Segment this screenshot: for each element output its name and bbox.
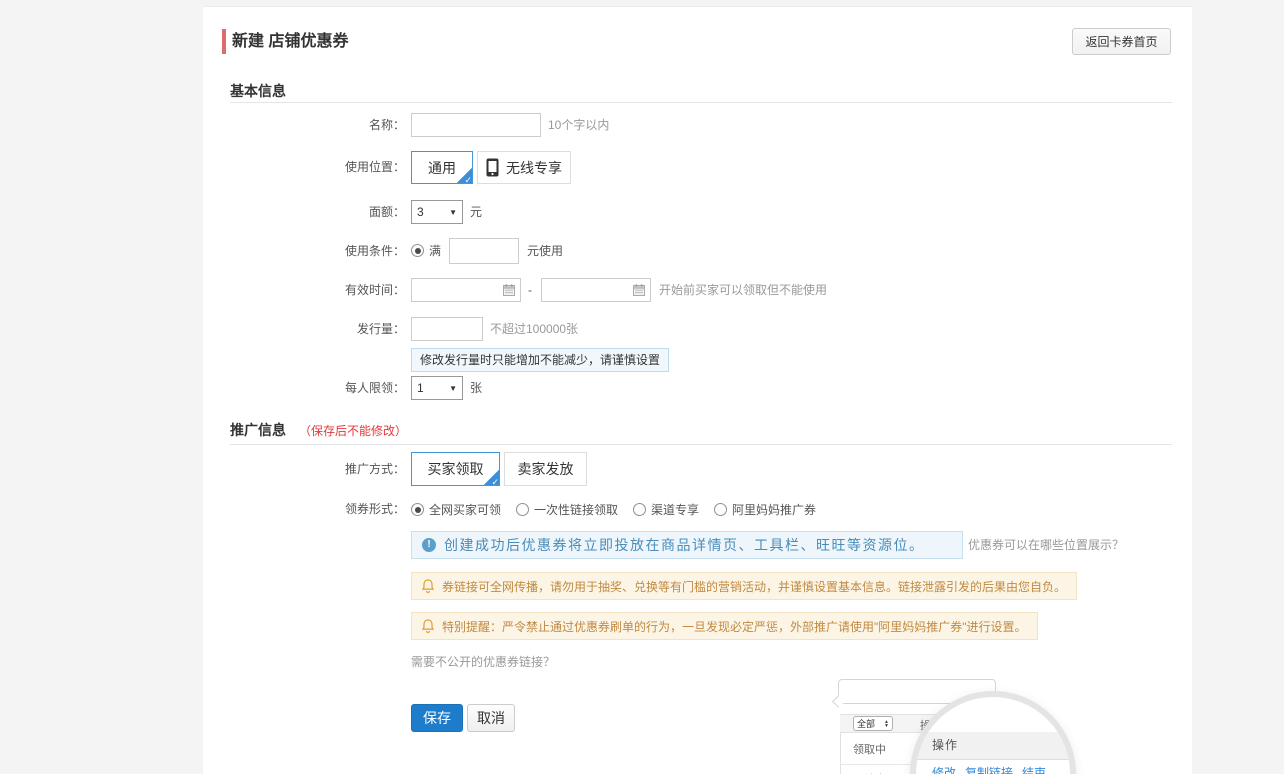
caret-down-icon: ▼ bbox=[449, 208, 457, 217]
bell-icon bbox=[422, 579, 434, 594]
promotion-section-note: （保存后不能修改） bbox=[299, 422, 407, 439]
private-link-question[interactable]: 需要不公开的优惠券链接？ bbox=[411, 654, 555, 670]
radio-icon bbox=[411, 503, 424, 516]
radio-label: 一次性链接领取 bbox=[534, 501, 618, 518]
valid-time-start-input[interactable] bbox=[411, 278, 521, 302]
bell-icon bbox=[422, 619, 434, 634]
magnified-link-modify: 修改 bbox=[932, 764, 956, 774]
radio-option-alimama-coupon[interactable]: 阿里妈妈推广券 bbox=[714, 501, 816, 518]
mobile-icon bbox=[486, 158, 499, 177]
placement-info-text: 创建成功后优惠券将立即投放在商品详情页、工具栏、旺旺等资源位。 bbox=[444, 535, 925, 555]
selected-corner-badge: ✓ bbox=[457, 168, 472, 183]
link-spread-warning-text: 券链接可全网传播，请勿用于抽奖、兑换等有门槛的营销活动，并谨慎设置基本信息。链接… bbox=[442, 578, 1066, 595]
valid-time-separator: - bbox=[523, 278, 537, 302]
claim-form-options: 全网买家可领 一次性链接领取 渠道专享 阿里妈妈推广券 bbox=[411, 501, 816, 518]
selected-corner-badge: ✓ bbox=[484, 470, 499, 485]
tab-label: 通用 bbox=[428, 158, 456, 178]
per-person-limit-label: 每人限领： bbox=[203, 376, 405, 400]
per-person-limit-select[interactable]: 1 ▼ bbox=[411, 376, 463, 400]
radio-option-channel-exclusive[interactable]: 渠道专享 bbox=[633, 501, 699, 518]
radio-icon bbox=[714, 503, 727, 516]
issue-quantity-label: 发行量： bbox=[203, 317, 405, 341]
tab-method-buyer-claim[interactable]: 买家领取 ✓ bbox=[411, 452, 500, 486]
valid-time-end-input[interactable] bbox=[541, 278, 651, 302]
check-icon: ✓ bbox=[464, 176, 472, 184]
condition-radio-full[interactable] bbox=[411, 244, 424, 257]
special-reminder-box: 特别提醒：严令禁止通过优惠券刷单的行为，一旦发现必定严惩，外部推广请使用"阿里妈… bbox=[411, 612, 1038, 640]
name-input[interactable] bbox=[411, 113, 541, 137]
valid-time-hint: 开始前买家可以领取但不能使用 bbox=[659, 278, 827, 302]
preview-filter-select: 全部 ▲▼ bbox=[853, 716, 893, 731]
tab-use-position-general[interactable]: 通用 ✓ bbox=[411, 151, 473, 184]
calendar-icon bbox=[633, 284, 645, 296]
claim-form-label: 领券形式： bbox=[203, 501, 405, 517]
use-condition-label: 使用条件： bbox=[203, 238, 405, 264]
magnified-action-links: 修改 复制链接 结束 bbox=[932, 764, 1046, 774]
section-title-basic-info: 基本信息 bbox=[230, 81, 286, 101]
radio-option-one-time-link[interactable]: 一次性链接领取 bbox=[516, 501, 618, 518]
magnified-table-header: 操作 bbox=[916, 732, 1070, 760]
valid-time-label: 有效时间： bbox=[203, 278, 405, 302]
info-icon: ! bbox=[422, 538, 436, 552]
tab-label: 买家领取 bbox=[428, 459, 484, 479]
link-spread-warning-box: 券链接可全网传播，请勿用于抽奖、兑换等有门槛的营销活动，并谨慎设置基本信息。链接… bbox=[411, 572, 1077, 600]
per-person-limit-unit: 张 bbox=[470, 376, 482, 400]
cancel-button[interactable]: 取消 bbox=[467, 704, 515, 732]
check-icon: ✓ bbox=[491, 478, 499, 486]
denomination-unit: 元 bbox=[470, 200, 482, 224]
placement-info-box: ! 创建成功后优惠券将立即投放在商品详情页、工具栏、旺旺等资源位。 bbox=[411, 531, 963, 559]
radio-icon bbox=[633, 503, 646, 516]
issue-quantity-hint: 不超过100000张 bbox=[490, 317, 578, 341]
page-title: 新建 店铺优惠券 bbox=[232, 29, 348, 54]
section-title-promotion-info: 推广信息 bbox=[230, 420, 286, 440]
tab-label: 无线专享 bbox=[506, 158, 562, 178]
caret-down-icon: ▼ bbox=[449, 384, 457, 393]
section-divider bbox=[230, 444, 1172, 445]
denomination-select[interactable]: 3 ▼ bbox=[411, 200, 463, 224]
magnified-link-end: 结束 bbox=[1022, 764, 1046, 774]
denomination-label: 面额： bbox=[203, 200, 405, 224]
preview-row-claiming: 领取中 bbox=[853, 741, 886, 757]
tab-use-position-wireless[interactable]: 无线专享 bbox=[477, 151, 571, 184]
tab-label: 卖家发放 bbox=[518, 459, 574, 479]
condition-amount-input[interactable] bbox=[449, 238, 519, 264]
calendar-icon bbox=[503, 284, 515, 296]
bubble-notch bbox=[832, 695, 845, 708]
preview-filter-value: 全部 bbox=[857, 717, 875, 730]
radio-option-all-buyers[interactable]: 全网买家可领 bbox=[411, 501, 501, 518]
placement-info-link[interactable]: 优惠券可以在哪些位置展示？ bbox=[968, 531, 1124, 559]
coupon-form-panel: 新建 店铺优惠券 返回卡券首页 基本信息 名称： 10个字以内 使用位置： 通用… bbox=[203, 6, 1192, 774]
save-button[interactable]: 保存 bbox=[411, 704, 463, 732]
use-position-label: 使用位置： bbox=[203, 151, 405, 184]
radio-label: 全网买家可领 bbox=[429, 501, 501, 518]
name-hint: 10个字以内 bbox=[548, 113, 609, 137]
magnified-link-copy: 复制链接 bbox=[965, 764, 1013, 774]
promotion-method-label: 推广方式： bbox=[203, 452, 405, 486]
radio-icon bbox=[516, 503, 529, 516]
tab-method-seller-issue[interactable]: 卖家发放 bbox=[504, 452, 587, 486]
radio-label: 渠道专享 bbox=[651, 501, 699, 518]
back-to-coupon-home-button[interactable]: 返回卡券首页 bbox=[1072, 28, 1171, 55]
radio-label: 阿里妈妈推广券 bbox=[732, 501, 816, 518]
per-person-limit-value: 1 bbox=[417, 381, 424, 395]
special-reminder-text: 特别提醒：严令禁止通过优惠券刷单的行为，一旦发现必定严惩，外部推广请使用"阿里妈… bbox=[442, 618, 1027, 635]
issue-quantity-input[interactable] bbox=[411, 317, 483, 341]
name-label: 名称： bbox=[203, 113, 405, 137]
denomination-select-value: 3 bbox=[417, 205, 424, 219]
page-background: 新建 店铺优惠券 返回卡券首页 基本信息 名称： 10个字以内 使用位置： 通用… bbox=[0, 0, 1284, 774]
issue-quantity-notice: 修改发行量时只能增加不能减少，请谨慎设置 bbox=[411, 348, 669, 372]
condition-suffix: 元使用 bbox=[527, 238, 563, 264]
condition-radio-label: 满 bbox=[429, 238, 441, 264]
magnified-column-header: 操作 bbox=[932, 732, 958, 759]
section-divider bbox=[230, 102, 1172, 103]
title-accent-bar bbox=[222, 29, 226, 54]
select-arrows-icon: ▲▼ bbox=[884, 720, 889, 728]
